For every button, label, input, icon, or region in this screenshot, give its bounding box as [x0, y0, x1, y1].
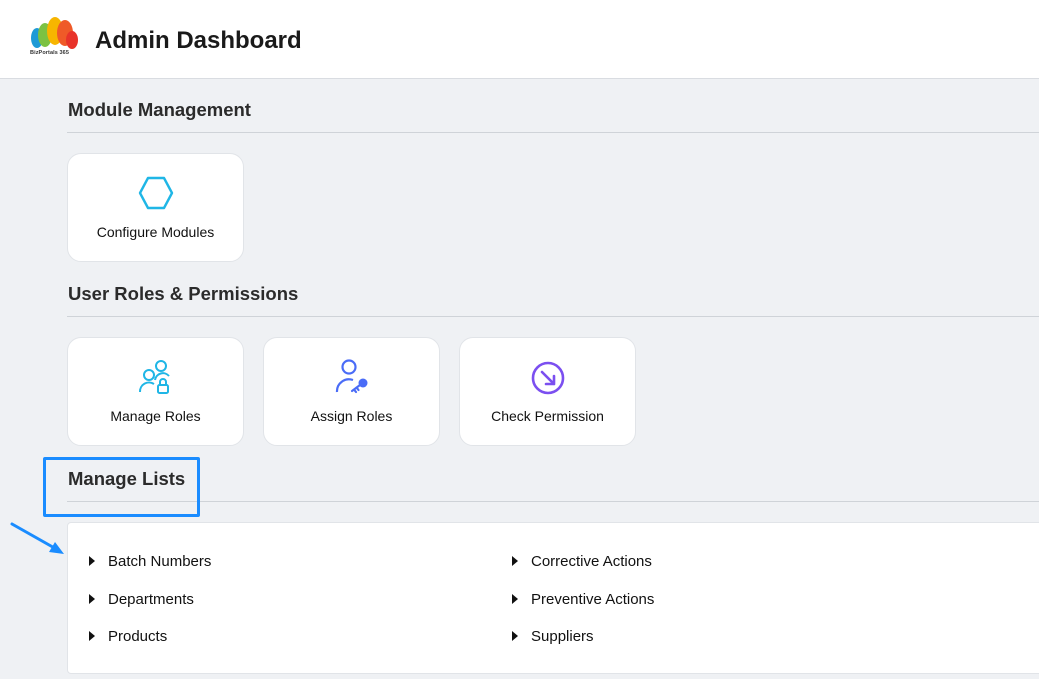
- caret-right-icon: [89, 594, 95, 604]
- section-divider: [67, 316, 1039, 317]
- app-header: BizPortals 365 Admin Dashboard: [0, 0, 1039, 79]
- logo-text: BizPortals 365: [30, 50, 70, 56]
- assign-roles-tile[interactable]: Assign Roles: [263, 337, 440, 446]
- list-item-products[interactable]: Products: [89, 628, 167, 645]
- list-item-corrective-actions[interactable]: Corrective Actions: [512, 553, 652, 570]
- list-item-departments[interactable]: Departments: [89, 591, 194, 608]
- tile-label: Manage Roles: [110, 408, 201, 424]
- list-item-batch-numbers[interactable]: Batch Numbers: [89, 553, 211, 570]
- caret-right-icon: [512, 556, 518, 566]
- section-title-user-roles: User Roles & Permissions: [68, 283, 299, 304]
- user-key-icon: [335, 359, 367, 394]
- list-item-preventive-actions[interactable]: Preventive Actions: [512, 591, 654, 608]
- pointer-arrow-icon: [10, 522, 64, 554]
- users-lock-icon: [138, 360, 170, 394]
- page-title: Admin Dashboard: [95, 27, 302, 54]
- manage-roles-tile[interactable]: Manage Roles: [67, 337, 244, 446]
- caret-right-icon: [89, 556, 95, 566]
- configure-modules-tile[interactable]: Configure Modules: [67, 153, 244, 262]
- manage-lists-panel: Batch Numbers Departments Products Corre…: [67, 522, 1039, 674]
- highlight-annotation-box: [43, 457, 200, 517]
- tile-label: Assign Roles: [310, 408, 393, 424]
- tile-label: Check Permission: [491, 408, 604, 424]
- section-title-module-management: Module Management: [68, 99, 251, 120]
- section-divider: [67, 501, 1039, 502]
- caret-right-icon: [512, 594, 518, 604]
- caret-right-icon: [89, 631, 95, 641]
- hexagon-icon: [138, 176, 173, 210]
- arrow-circle-icon: [531, 361, 564, 395]
- check-permission-tile[interactable]: Check Permission: [459, 337, 636, 446]
- section-divider: [67, 132, 1039, 133]
- tile-label: Configure Modules: [96, 224, 215, 240]
- caret-right-icon: [512, 631, 518, 641]
- list-item-suppliers[interactable]: Suppliers: [512, 628, 594, 645]
